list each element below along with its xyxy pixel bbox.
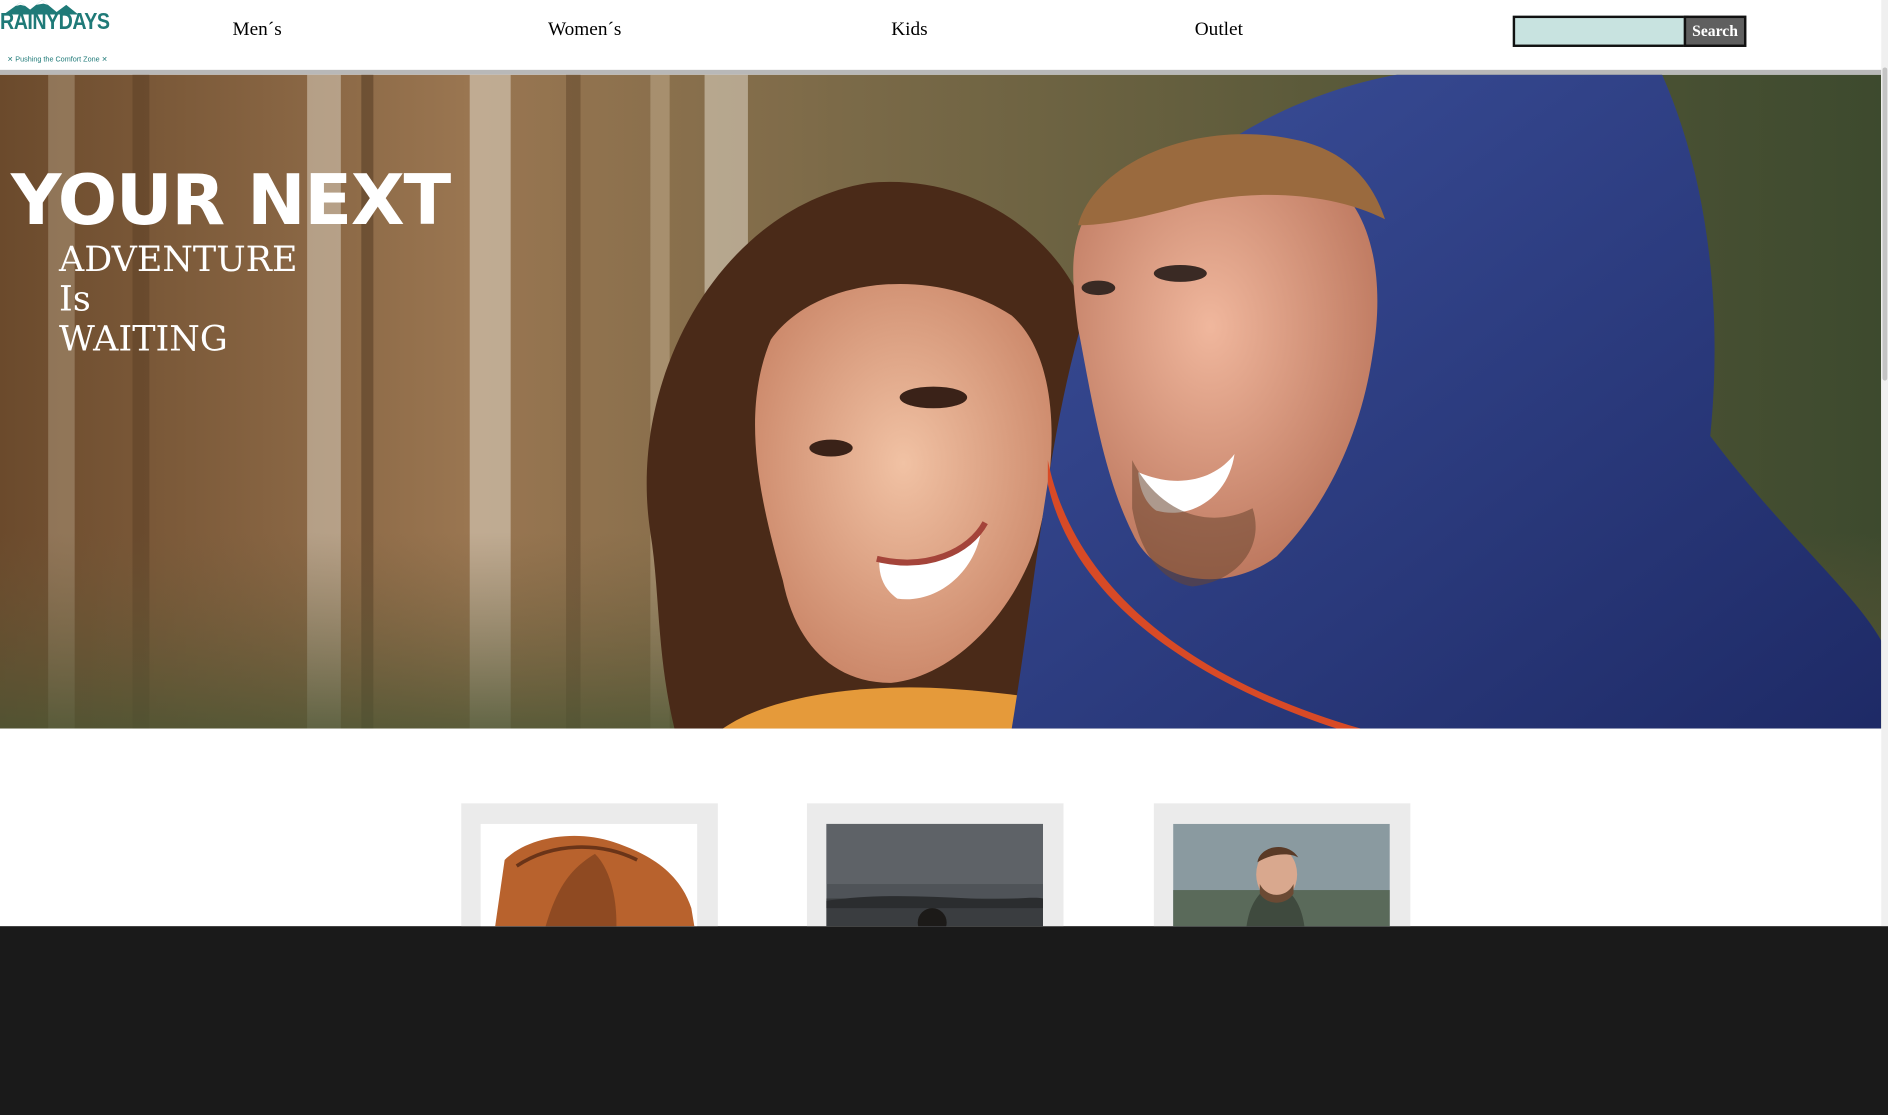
brand-tagline: ✕ Pushing the Comfort Zone ✕ <box>7 56 108 64</box>
site-header: RAINYDAYS ✕ Pushing the Comfort Zone ✕ M… <box>0 0 1882 75</box>
hero-banner: YOUR NEXT ADVENTURE Is WAITING <box>0 74 1882 729</box>
product-card[interactable] <box>1153 803 1411 927</box>
page: RAINYDAYS ✕ Pushing the Comfort Zone ✕ M… <box>0 0 1888 927</box>
nav-link-womens[interactable]: Women´s <box>548 19 621 41</box>
nav-link-outlet[interactable]: Outlet <box>1195 19 1243 41</box>
product-image-person-by-lake <box>826 823 1044 927</box>
brand-logo[interactable]: RAINYDAYS ✕ Pushing the Comfort Zone ✕ <box>0 0 110 70</box>
search-button[interactable]: Search <box>1683 15 1747 47</box>
search-input[interactable] <box>1512 15 1689 47</box>
product-card[interactable] <box>461 803 718 927</box>
hero-line-waiting: WAITING <box>59 317 228 359</box>
scrollbar-thumb[interactable] <box>1882 67 1888 381</box>
hero-title: YOUR NEXT <box>10 158 451 241</box>
hero-line-is: Is <box>59 278 91 320</box>
brand-name: RAINYDAYS <box>0 9 110 35</box>
nav-link-kids[interactable]: Kids <box>891 19 927 41</box>
product-card[interactable] <box>806 803 1064 927</box>
product-image-brown-jacket <box>480 823 698 927</box>
product-image-man-outdoors <box>1173 823 1390 927</box>
nav-link-mens[interactable]: Men´s <box>232 19 281 41</box>
hero-line-adventure: ADVENTURE <box>59 238 298 280</box>
